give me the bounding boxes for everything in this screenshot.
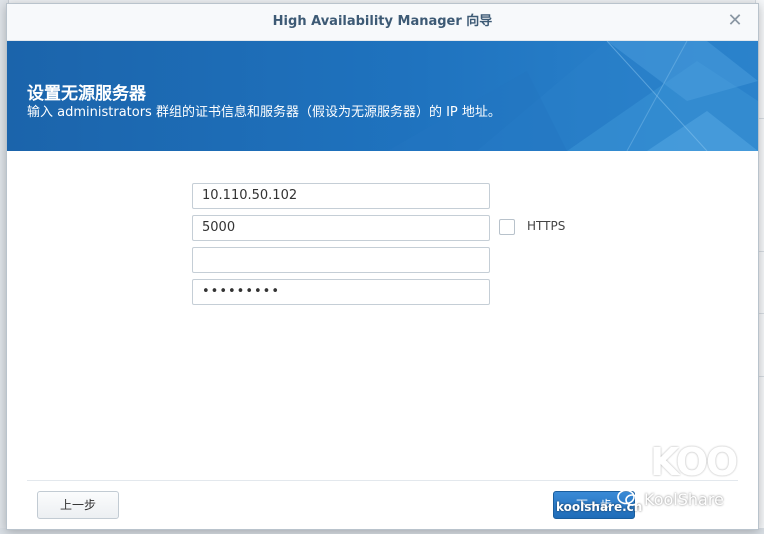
watermark-logo: KOO [650,440,738,484]
previous-button[interactable]: 上一步 [37,491,119,519]
https-checkbox[interactable] [499,219,515,235]
https-checkbox-label[interactable]: HTTPS [527,219,565,233]
username-field[interactable] [192,247,490,273]
footer-divider [27,480,738,481]
wizard-dialog: High Availability Manager 向导 ✕ 设置无源服务器 输… [6,3,759,530]
watermark-name: KoolShare [644,490,724,509]
dialog-title: High Availability Manager 向导 [272,14,493,29]
dialog-titlebar[interactable]: High Availability Manager 向导 ✕ [7,4,758,41]
port-field[interactable]: 5000 [192,215,490,241]
banner-description: 输入 administrators 群组的证书信息和服务器（假设为无源服务器）的… [27,105,501,120]
server-ip-field[interactable]: 10.110.50.102 [192,183,490,209]
close-icon[interactable]: ✕ [726,12,744,30]
step-banner: 设置无源服务器 输入 administrators 群组的证书信息和服务器（假设… [7,41,758,151]
password-field[interactable]: ••••••••• [192,279,490,305]
chat-icon [617,489,639,506]
